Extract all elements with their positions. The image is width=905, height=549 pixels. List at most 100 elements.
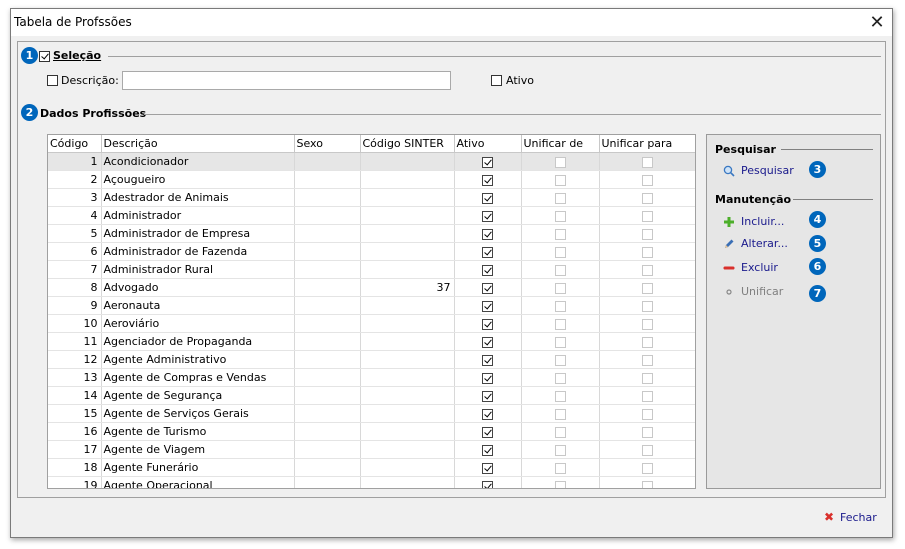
unificar-para-cell [599, 386, 695, 405]
cell-descricao: Açougueiro [101, 170, 295, 189]
grid-header-row: Código Descrição Sexo Código SINTER Ativ… [48, 135, 695, 153]
close-button[interactable]: ✕ [866, 12, 888, 33]
table-row[interactable]: 17 Agente de Viagem [48, 440, 695, 459]
unificar-para-cell [599, 440, 695, 459]
selecao-divider [108, 56, 881, 57]
selecao-checkbox[interactable] [39, 51, 50, 62]
ativo-checkbox[interactable] [482, 390, 493, 402]
unificar-de-cell [521, 224, 600, 243]
table-row[interactable]: 1 Acondicionador [48, 152, 695, 171]
cell-sexo [294, 260, 361, 279]
descricao-input[interactable] [122, 71, 451, 90]
cell-descricao: Agente Administrativo [101, 350, 295, 369]
ativo-checkbox[interactable] [482, 282, 493, 294]
unificar-de-cell [521, 458, 600, 477]
unificar-de-cell [521, 350, 600, 369]
table-row[interactable]: 11 Agenciador de Propaganda [48, 332, 695, 351]
ativo-checkbox[interactable] [482, 480, 493, 488]
unificar-para-cell [599, 368, 695, 387]
unificar-para-cell [599, 260, 695, 279]
col-descricao[interactable]: Descrição [101, 135, 295, 153]
table-row[interactable]: 2 Açougueiro [48, 170, 695, 189]
cell-codigo-sinter [360, 314, 455, 333]
excluir-label: Excluir [741, 261, 778, 274]
table-row[interactable]: 16 Agente de Turismo [48, 422, 695, 441]
ativo-checkbox[interactable] [482, 246, 493, 258]
unificar-de-cell [521, 152, 600, 171]
cell-codigo-sinter [360, 242, 455, 261]
ativo-checkbox[interactable] [482, 264, 493, 276]
table-row[interactable]: 5 Administrador de Empresa [48, 224, 695, 243]
ativo-checkbox[interactable] [482, 336, 493, 348]
unificar-label: Unificar [741, 285, 784, 298]
table-row[interactable]: 6 Administrador de Fazenda [48, 242, 695, 261]
ativo-cell [454, 368, 522, 387]
ativo-cell [454, 260, 522, 279]
cell-codigo-sinter [360, 350, 455, 369]
col-ativo[interactable]: Ativo [454, 135, 522, 153]
ativo-checkbox[interactable] [482, 426, 493, 438]
table-row[interactable]: 12 Agente Administrativo [48, 350, 695, 369]
actions-panel: Pesquisar Pesquisar 3 Manutenção Incluir… [706, 134, 881, 489]
table-row[interactable]: 19 Agente Operacional [48, 476, 695, 488]
cell-codigo: 15 [48, 404, 102, 423]
ativo-checkbox[interactable] [482, 372, 493, 384]
unificar-de-cell [521, 188, 600, 207]
table-row[interactable]: 10 Aeroviário [48, 314, 695, 333]
table-row[interactable]: 8 Advogado 37 [48, 278, 695, 297]
table-row[interactable]: 15 Agente de Serviços Gerais [48, 404, 695, 423]
table-row[interactable]: 14 Agente de Segurança [48, 386, 695, 405]
ativo-checkbox[interactable] [482, 462, 493, 474]
unificar-para-checkbox [641, 354, 653, 366]
table-row[interactable]: 4 Administrador [48, 206, 695, 225]
descricao-label: Descrição: [61, 74, 119, 87]
pesquisar-divider [781, 149, 873, 150]
table-row[interactable]: 9 Aeronauta [48, 296, 695, 315]
cell-codigo-sinter: 37 [360, 278, 455, 297]
col-codigo[interactable]: Código [48, 135, 102, 153]
cell-descricao: Adestrador de Animais [101, 188, 295, 207]
ativo-checkbox[interactable] [482, 174, 493, 186]
col-unificar-de[interactable]: Unificar de [521, 135, 600, 153]
cell-sexo [294, 476, 361, 488]
ativo-checkbox[interactable] [482, 318, 493, 330]
unificar-de-cell [521, 368, 600, 387]
ativo-checkbox[interactable] [482, 354, 493, 366]
unificar-para-cell [599, 422, 695, 441]
ativo-checkbox[interactable] [482, 156, 493, 168]
table-row[interactable]: 18 Agente Funerário [48, 458, 695, 477]
minus-icon [723, 266, 735, 270]
ativo-checkbox[interactable] [491, 75, 502, 86]
ativo-checkbox[interactable] [482, 408, 493, 420]
cell-sexo [294, 206, 361, 225]
ativo-cell [454, 170, 522, 189]
col-unificar-para[interactable]: Unificar para [599, 135, 695, 153]
col-sexo[interactable]: Sexo [294, 135, 361, 153]
cell-descricao: Administrador de Fazenda [101, 242, 295, 261]
descricao-checkbox[interactable] [47, 75, 58, 86]
ativo-checkbox[interactable] [482, 228, 493, 240]
profissoes-table: Código Descrição Sexo Código SINTER Ativ… [48, 135, 695, 488]
ativo-cell [454, 296, 522, 315]
table-row[interactable]: 13 Agente de Compras e Vendas [48, 368, 695, 387]
cell-sexo [294, 152, 361, 171]
ativo-checkbox[interactable] [482, 444, 493, 456]
fechar-label: Fechar [840, 511, 877, 524]
unificar-de-cell [521, 242, 600, 261]
ativo-cell [454, 152, 522, 171]
ativo-checkbox[interactable] [482, 210, 493, 222]
unificar-para-checkbox [641, 390, 653, 402]
badge-4: 4 [809, 211, 826, 228]
ativo-cell [454, 350, 522, 369]
profissoes-grid[interactable]: Código Descrição Sexo Código SINTER Ativ… [47, 134, 696, 489]
ativo-cell [454, 206, 522, 225]
table-row[interactable]: 7 Administrador Rural [48, 260, 695, 279]
unificar-de-cell [521, 260, 600, 279]
ativo-checkbox[interactable] [482, 300, 493, 312]
badge-6: 6 [809, 258, 826, 275]
ativo-checkbox[interactable] [482, 192, 493, 204]
unificar-para-cell [599, 188, 695, 207]
unificar-de-checkbox [554, 300, 566, 312]
col-codigo-sinter[interactable]: Código SINTER [360, 135, 455, 153]
table-row[interactable]: 3 Adestrador de Animais [48, 188, 695, 207]
